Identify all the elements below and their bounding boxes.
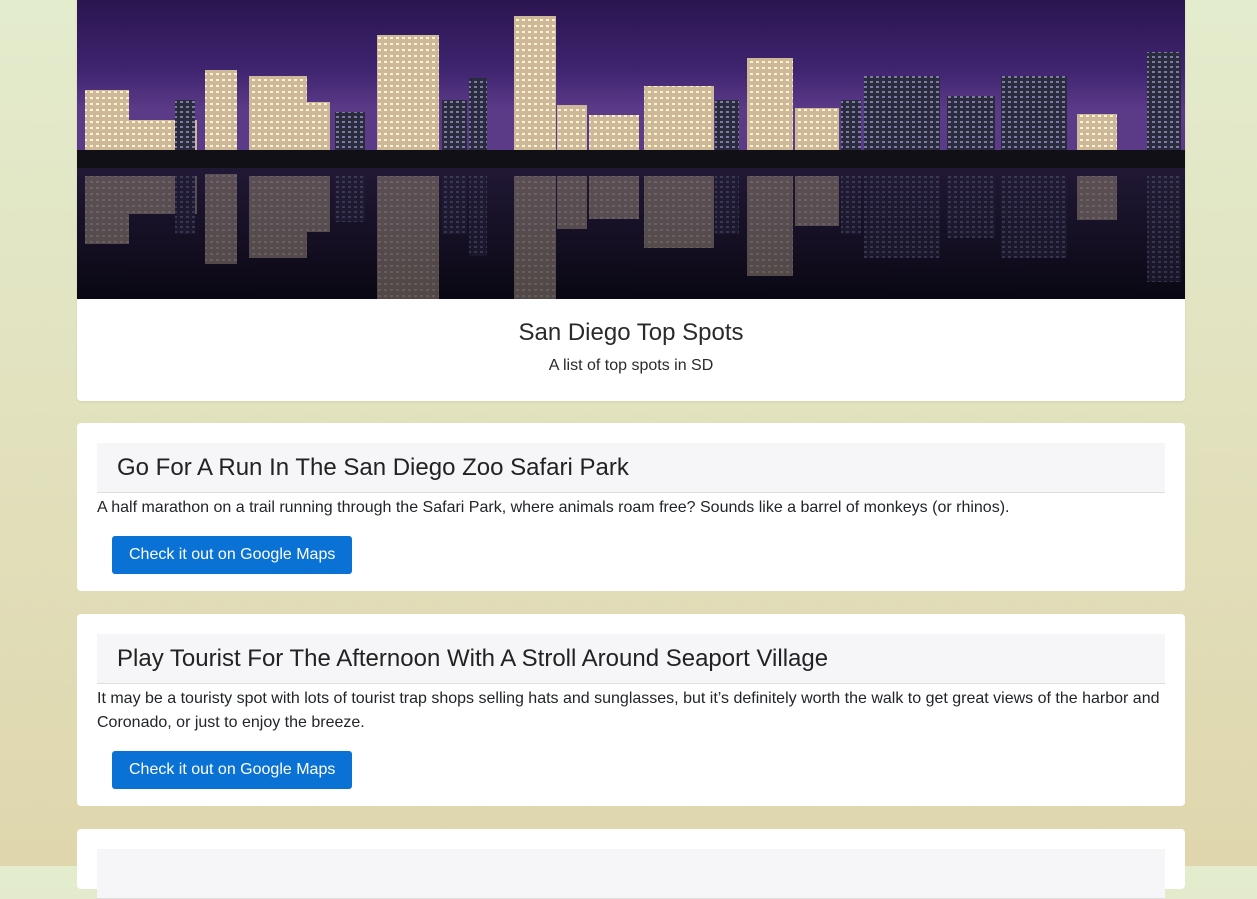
spot-card	[77, 829, 1185, 899]
spot-description: A half marathon on a trail running throu…	[97, 499, 1010, 516]
spot-card: Play Tourist For The Afternoon With A St…	[77, 614, 1185, 806]
google-maps-button[interactable]: Check it out on Google Maps	[112, 751, 353, 789]
spot-description: It may be a touristy spot with lots of t…	[97, 690, 1160, 731]
skyline-image	[77, 0, 1185, 299]
spot-header	[97, 849, 1165, 899]
spot-header: Play Tourist For The Afternoon With A St…	[97, 634, 1165, 684]
page-container: San Diego Top Spots A list of top spots …	[77, 0, 1185, 899]
spot-title: Go For A Run In The San Diego Zoo Safari…	[117, 453, 629, 481]
hero-card: San Diego Top Spots A list of top spots …	[77, 0, 1185, 401]
spot-header: Go For A Run In The San Diego Zoo Safari…	[97, 443, 1165, 493]
site-title: San Diego Top Spots	[518, 319, 744, 346]
google-maps-button[interactable]: Check it out on Google Maps	[112, 536, 353, 574]
site-subtitle: A list of top spots in SD	[548, 357, 714, 374]
hero-text: San Diego Top Spots A list of top spots …	[77, 299, 1185, 401]
spot-title: Play Tourist For The Afternoon With A St…	[117, 644, 829, 672]
spot-card: Go For A Run In The San Diego Zoo Safari…	[77, 423, 1185, 591]
